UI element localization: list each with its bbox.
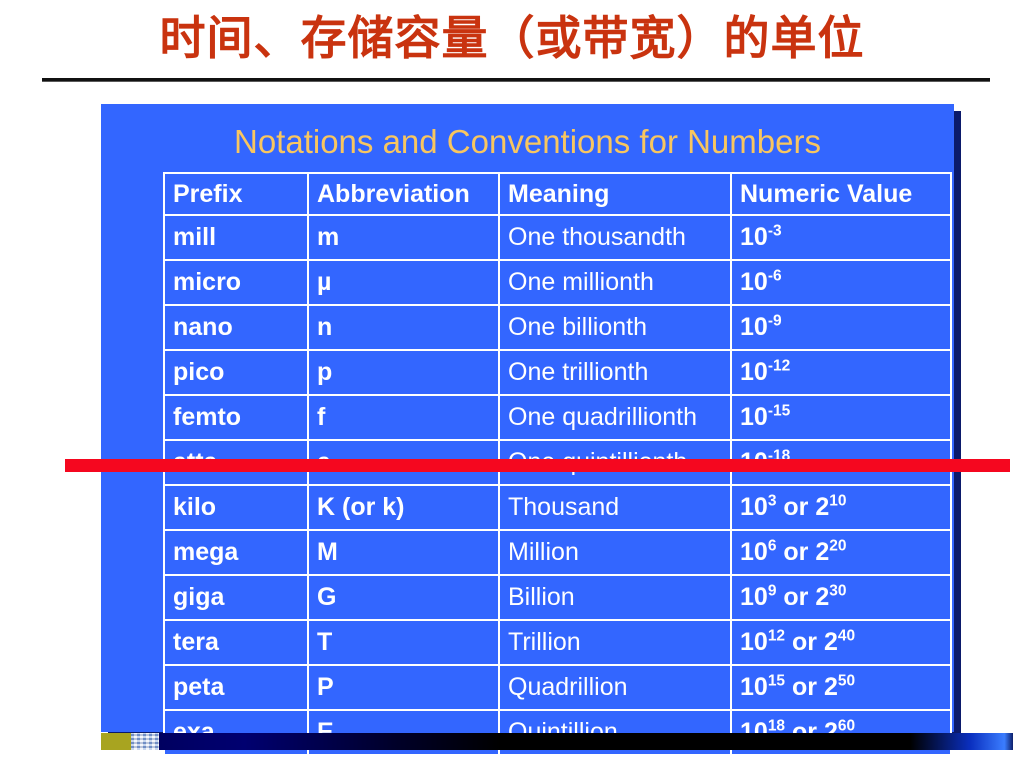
title-divider [42, 78, 990, 82]
column-header-meaning: Meaning [498, 172, 732, 216]
cell-abbreviation: G [307, 574, 500, 621]
table-row: kilo K (or k) Thousand 103 or 210 [163, 484, 952, 531]
exponent: 3 [767, 492, 777, 510]
exponent-alt: 40 [837, 627, 856, 645]
exponent: -12 [767, 357, 791, 375]
table-row: mega M Million 106 or 220 [163, 529, 952, 576]
cell-numeric-value: 1015 or 250 [730, 664, 952, 711]
cell-meaning: One millionth [498, 259, 732, 306]
content-panel: Notations and Conventions for Numbers Pr… [101, 104, 954, 756]
cell-meaning: Thousand [498, 484, 732, 531]
exponent-alt: 10 [829, 492, 847, 510]
exponent-alt: 50 [837, 672, 856, 690]
table-row: mill m One thousandth 10-3 [163, 214, 952, 261]
cell-prefix: peta [163, 664, 309, 711]
exponent: 6 [767, 537, 777, 555]
exponent: -9 [767, 312, 782, 330]
table-row: nano n One billionth 10-9 [163, 304, 952, 351]
table-header: Prefix Abbreviation Meaning Numeric Valu… [163, 172, 952, 216]
exponent-alt: 30 [829, 582, 847, 600]
cell-abbreviation: K (or k) [307, 484, 500, 531]
cell-prefix: micro [163, 259, 309, 306]
cell-numeric-value: 10-15 [730, 394, 952, 441]
cell-meaning: Trillion [498, 619, 732, 666]
table-row: peta P Quadrillion 1015 or 250 [163, 664, 952, 711]
cell-abbreviation: f [307, 394, 500, 441]
table-header-row: Prefix Abbreviation Meaning Numeric Valu… [163, 172, 952, 216]
cell-numeric-value: 10-12 [730, 349, 952, 396]
cell-abbreviation: µ [307, 259, 500, 306]
footer-checker-pattern [131, 733, 159, 750]
cell-numeric-value: 10-6 [730, 259, 952, 306]
cell-numeric-value: 103 or 210 [730, 484, 952, 531]
column-header-abbreviation: Abbreviation [307, 172, 500, 216]
cell-meaning: One thousandth [498, 214, 732, 261]
cell-meaning: One trillionth [498, 349, 732, 396]
panel-heading: Notations and Conventions for Numbers [234, 123, 821, 160]
table-row: pico p One trillionth 10-12 [163, 349, 952, 396]
cell-numeric-value: 10-3 [730, 214, 952, 261]
cell-prefix: mill [163, 214, 309, 261]
column-header-numeric-value: Numeric Value [730, 172, 952, 216]
table-row: giga G Billion 109 or 230 [163, 574, 952, 621]
table-row: femto f One quadrillionth 10-15 [163, 394, 952, 441]
exponent: -15 [767, 402, 791, 420]
exponent: 12 [767, 627, 786, 645]
exponent: 9 [767, 582, 777, 600]
cell-abbreviation: P [307, 664, 500, 711]
cell-abbreviation: p [307, 349, 500, 396]
exponent-alt: 20 [829, 537, 847, 555]
footer-decoration [101, 733, 1013, 750]
table-row: tera T Trillion 1012 or 240 [163, 619, 952, 666]
cell-abbreviation: M [307, 529, 500, 576]
cell-numeric-value: 1012 or 240 [730, 619, 952, 666]
footer-color-swatch [101, 733, 131, 750]
exponent: -3 [767, 222, 782, 240]
table-body: mill m One thousandth 10-3 micro µ One million… [163, 214, 952, 756]
cell-meaning: Quadrillion [498, 664, 732, 711]
cell-meaning: Billion [498, 574, 732, 621]
cell-numeric-value: 109 or 230 [730, 574, 952, 621]
red-separator-line [65, 459, 1010, 472]
page-title: 时间、存储容量（或带宽）的单位 [159, 11, 865, 65]
cell-numeric-value: 106 or 220 [730, 529, 952, 576]
column-header-prefix: Prefix [163, 172, 309, 216]
cell-prefix: nano [163, 304, 309, 351]
cell-prefix: tera [163, 619, 309, 666]
cell-meaning: One quadrillionth [498, 394, 732, 441]
footer-gradient-bar [159, 733, 1013, 750]
cell-abbreviation: T [307, 619, 500, 666]
cell-prefix: pico [163, 349, 309, 396]
cell-prefix: femto [163, 394, 309, 441]
cell-abbreviation: n [307, 304, 500, 351]
cell-prefix: mega [163, 529, 309, 576]
cell-meaning: Million [498, 529, 732, 576]
cell-prefix: giga [163, 574, 309, 621]
cell-meaning: One billionth [498, 304, 732, 351]
cell-abbreviation: m [307, 214, 500, 261]
exponent: -6 [767, 267, 782, 285]
table-row: micro µ One millionth 10-6 [163, 259, 952, 306]
cell-prefix: kilo [163, 484, 309, 531]
exponent: 15 [767, 672, 786, 690]
cell-numeric-value: 10-9 [730, 304, 952, 351]
